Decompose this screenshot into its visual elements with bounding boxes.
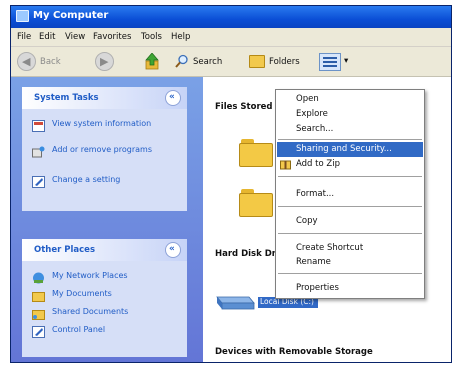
- local-disk-icon[interactable]: [213, 293, 255, 311]
- menu-favorites[interactable]: Favorites: [93, 32, 131, 42]
- computer-icon: [16, 10, 29, 22]
- up-folder-icon: [145, 53, 159, 70]
- menu-edit[interactable]: Edit: [39, 32, 55, 42]
- place-label: Control Panel: [52, 325, 106, 334]
- system-tasks-panel: System Tasks « View system information A…: [22, 87, 187, 211]
- forward-arrow-icon: ▶: [95, 52, 114, 71]
- folders-button[interactable]: Folders: [249, 52, 311, 72]
- back-button[interactable]: ◀ Back: [17, 52, 67, 72]
- search-label: Search: [193, 57, 223, 67]
- ctx-search[interactable]: Search...: [277, 122, 423, 137]
- views-dropdown-icon: ▾: [344, 56, 349, 66]
- my-documents-icon: [32, 292, 45, 302]
- other-places-title: Other Places: [34, 245, 95, 255]
- task-label: Add or remove programs: [52, 145, 152, 154]
- add-remove-programs-icon: [32, 146, 45, 158]
- group-removable-storage: Devices with Removable Storage: [215, 347, 373, 357]
- ctx-rename[interactable]: Rename: [277, 255, 423, 270]
- collapse-chevron-icon[interactable]: «: [165, 90, 181, 106]
- window-title: My Computer: [33, 10, 109, 21]
- title-bar[interactable]: My Computer: [11, 6, 451, 28]
- ctx-copy[interactable]: Copy: [277, 214, 423, 229]
- task-label: Change a setting: [52, 175, 121, 184]
- ctx-add-to-zip-label: Add to Zip: [296, 159, 340, 169]
- control-panel-icon: [32, 326, 45, 338]
- menu-file[interactable]: File: [17, 32, 31, 42]
- collapse-chevron-icon[interactable]: «: [165, 242, 181, 258]
- place-label: My Network Places: [52, 271, 128, 280]
- shared-documents-icon: [32, 310, 45, 320]
- search-button[interactable]: Search: [175, 52, 237, 72]
- folders-label: Folders: [269, 57, 300, 67]
- ctx-separator: [278, 233, 422, 234]
- zip-icon: [280, 160, 291, 170]
- menu-help[interactable]: Help: [171, 32, 190, 42]
- shared-documents-folder-icon[interactable]: [239, 139, 273, 167]
- system-tasks-title: System Tasks: [34, 93, 99, 103]
- ctx-add-to-zip[interactable]: Add to Zip: [277, 157, 423, 172]
- ctx-explore[interactable]: Explore: [277, 107, 423, 122]
- menu-bar: File Edit View Favorites Tools Help: [11, 28, 451, 47]
- toolbar: ◀ Back ▶ Search Folders ▾: [11, 47, 451, 77]
- place-label: Shared Documents: [52, 307, 129, 316]
- forward-button[interactable]: ▶: [95, 52, 117, 72]
- system-info-icon: [32, 120, 45, 132]
- ctx-format[interactable]: Format...: [277, 187, 423, 202]
- ctx-open[interactable]: Open: [277, 92, 423, 107]
- ctx-sharing-security[interactable]: Sharing and Security...: [277, 142, 423, 157]
- ctx-properties[interactable]: Properties: [277, 281, 423, 296]
- folders-icon: [249, 55, 265, 68]
- back-arrow-icon: ◀: [17, 52, 36, 71]
- up-button[interactable]: [145, 52, 163, 72]
- explorer-window: My Computer File Edit View Favorites Too…: [10, 5, 452, 363]
- views-button[interactable]: ▾: [319, 52, 355, 72]
- system-tasks-header[interactable]: System Tasks «: [22, 87, 187, 109]
- ctx-create-shortcut[interactable]: Create Shortcut: [277, 241, 423, 256]
- ctx-separator: [278, 206, 422, 207]
- place-label: My Documents: [52, 289, 112, 298]
- search-icon: [175, 54, 188, 68]
- menu-tools[interactable]: Tools: [141, 32, 162, 42]
- views-icon: [319, 53, 341, 71]
- network-places-icon: [33, 272, 44, 284]
- control-panel-icon: [32, 176, 45, 188]
- task-label: View system information: [52, 119, 152, 128]
- ctx-separator: [278, 176, 422, 177]
- other-places-header[interactable]: Other Places «: [22, 239, 187, 261]
- ctx-separator: [278, 139, 422, 140]
- user-documents-folder-icon[interactable]: [239, 189, 273, 217]
- context-menu: Open Explore Search... Sharing and Secur…: [275, 89, 425, 299]
- back-label: Back: [40, 57, 61, 67]
- task-pane: System Tasks « View system information A…: [11, 77, 203, 362]
- other-places-panel: Other Places « My Network Places My Docu…: [22, 239, 187, 357]
- menu-view[interactable]: View: [65, 32, 85, 42]
- ctx-separator: [278, 273, 422, 274]
